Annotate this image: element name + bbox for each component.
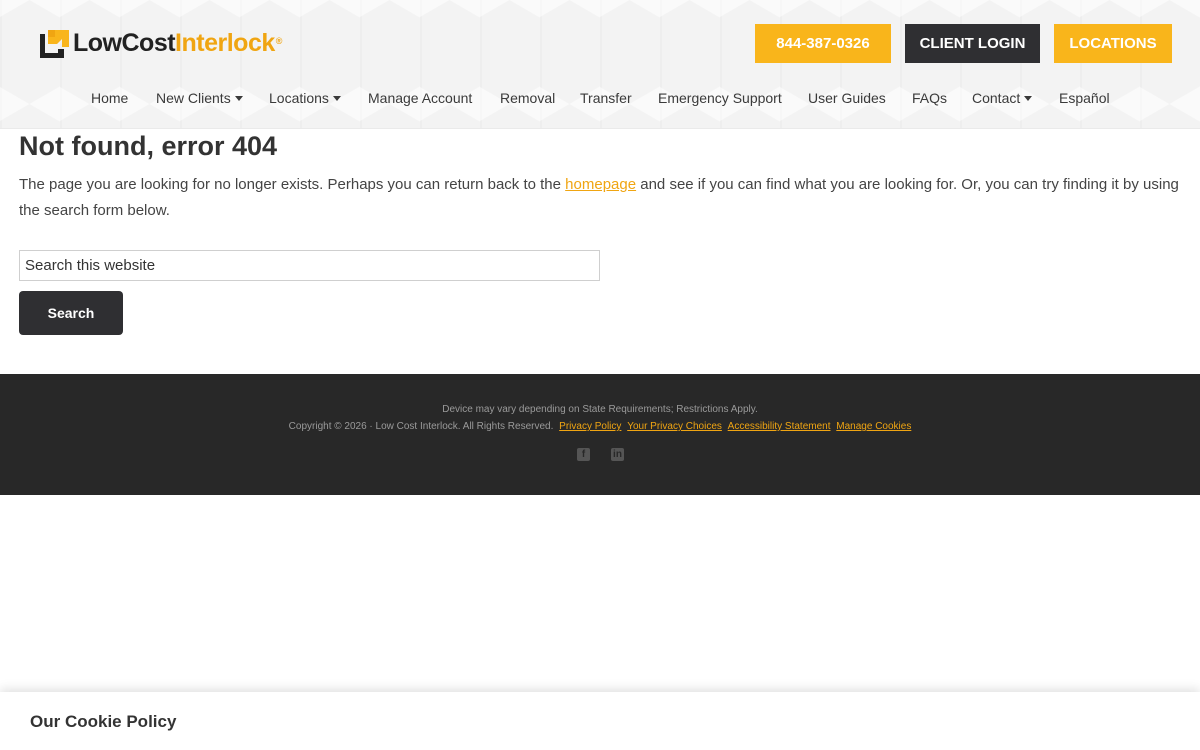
cookie-banner: Our Cookie Policy xyxy=(0,692,1200,750)
footer-copyright-row: Copyright © 2026 · Low Cost Interlock. A… xyxy=(0,421,1200,432)
nav-item-manage-account[interactable]: Manage Account xyxy=(368,88,472,108)
nav-item-locations[interactable]: Locations xyxy=(269,88,341,108)
main-nav: Home New Clients Locations Manage Accoun… xyxy=(0,88,1200,110)
registered-mark: ® xyxy=(275,36,283,46)
nav-item-faqs[interactable]: FAQs xyxy=(912,88,947,108)
locations-button[interactable]: LOCATIONS xyxy=(1054,24,1172,63)
nav-label: Removal xyxy=(500,90,556,106)
nav-label: FAQs xyxy=(912,90,948,106)
accessibility-statement-link[interactable]: Accessibility Statement xyxy=(728,421,831,432)
logo-mark-icon xyxy=(38,27,71,60)
page-title: Not found, error 404 xyxy=(19,131,278,161)
logo-wordmark: LowCostInterlock® xyxy=(73,26,282,60)
facebook-icon[interactable]: f xyxy=(577,448,590,461)
linkedin-icon[interactable]: in xyxy=(611,448,624,461)
caret-down-icon xyxy=(234,95,243,101)
phone-button[interactable]: 844-387-0326 xyxy=(755,24,891,63)
site-footer: Device may vary depending on State Requi… xyxy=(0,374,1200,495)
search-button[interactable]: Search xyxy=(19,291,123,335)
nav-item-user-guides[interactable]: User Guides xyxy=(808,88,886,108)
privacy-choices-link[interactable]: Your Privacy Choices xyxy=(627,421,722,432)
nav-item-transfer[interactable]: Transfer xyxy=(580,88,632,108)
footer-disclaimer: Device may vary depending on State Requi… xyxy=(442,404,758,415)
logo-text-lowcost: LowCost xyxy=(73,29,176,57)
caret-down-icon xyxy=(1024,95,1033,101)
site-header: LowCostInterlock® 844-387-0326 CLIENT LO… xyxy=(0,0,1200,129)
nav-label: Locations xyxy=(269,90,329,106)
nav-label: Emergency Support xyxy=(658,90,782,106)
caret-down-icon xyxy=(332,95,341,101)
nav-item-home[interactable]: Home xyxy=(91,88,128,108)
nav-label: Manage Account xyxy=(368,90,473,106)
nav-label: Transfer xyxy=(580,90,632,106)
nav-label: Contact xyxy=(972,90,1021,106)
nav-label: New Clients xyxy=(156,90,231,106)
nav-item-new-clients[interactable]: New Clients xyxy=(156,88,243,108)
nav-label: Home xyxy=(91,90,129,106)
cookie-title: Our Cookie Policy xyxy=(30,712,177,731)
nav-label: Español xyxy=(1059,90,1110,106)
nav-item-contact[interactable]: Contact xyxy=(972,88,1033,108)
nav-item-espanol[interactable]: Español xyxy=(1059,88,1110,108)
logo-text-interlock: Interlock xyxy=(175,29,275,57)
homepage-link[interactable]: homepage xyxy=(565,176,636,193)
footer-copyright: Copyright © 2026 · Low Cost Interlock. A… xyxy=(288,421,554,432)
nav-item-emergency-support[interactable]: Emergency Support xyxy=(658,88,782,108)
intro-paragraph: The page you are looking for no longer e… xyxy=(19,172,1179,224)
nav-label: User Guides xyxy=(808,90,886,106)
nav-item-removal[interactable]: Removal xyxy=(500,88,555,108)
intro-text-before: The page you are looking for no longer e… xyxy=(19,176,566,193)
site-logo[interactable]: LowCostInterlock® xyxy=(38,26,282,60)
search-input[interactable] xyxy=(19,250,600,281)
privacy-policy-link[interactable]: Privacy Policy xyxy=(559,421,621,432)
manage-cookies-link[interactable]: Manage Cookies xyxy=(836,421,911,432)
client-login-button[interactable]: CLIENT LOGIN xyxy=(905,24,1040,63)
